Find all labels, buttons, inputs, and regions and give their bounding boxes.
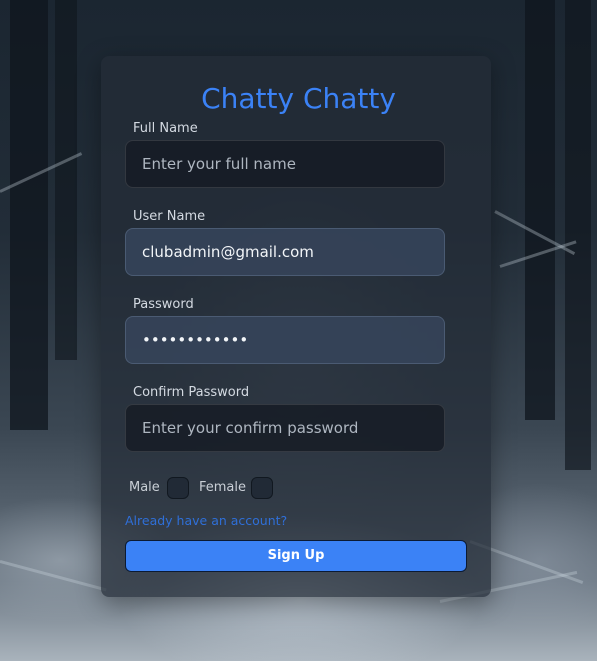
female-label: Female: [199, 480, 247, 495]
user-name-label: User Name: [133, 209, 206, 224]
login-link[interactable]: Already have an account?: [125, 513, 287, 528]
confirm-password-label: Confirm Password: [133, 385, 250, 400]
tree-trunk: [55, 0, 77, 360]
snowy-branch: [0, 560, 107, 592]
tree-trunk: [10, 0, 48, 430]
tree-trunk: [525, 0, 555, 420]
confirm-password-input[interactable]: [125, 404, 445, 452]
tree-trunk: [565, 0, 591, 470]
female-checkbox[interactable]: [251, 477, 273, 499]
sign-up-button[interactable]: Sign Up: [125, 540, 467, 572]
full-name-input[interactable]: [125, 140, 445, 188]
user-name-input[interactable]: [125, 228, 445, 276]
password-label: Password: [133, 297, 194, 312]
app-title: Chatty Chatty: [201, 82, 396, 115]
full-name-label: Full Name: [133, 121, 198, 136]
male-label: Male: [129, 480, 160, 495]
password-input[interactable]: [125, 316, 445, 364]
male-checkbox[interactable]: [167, 477, 189, 499]
